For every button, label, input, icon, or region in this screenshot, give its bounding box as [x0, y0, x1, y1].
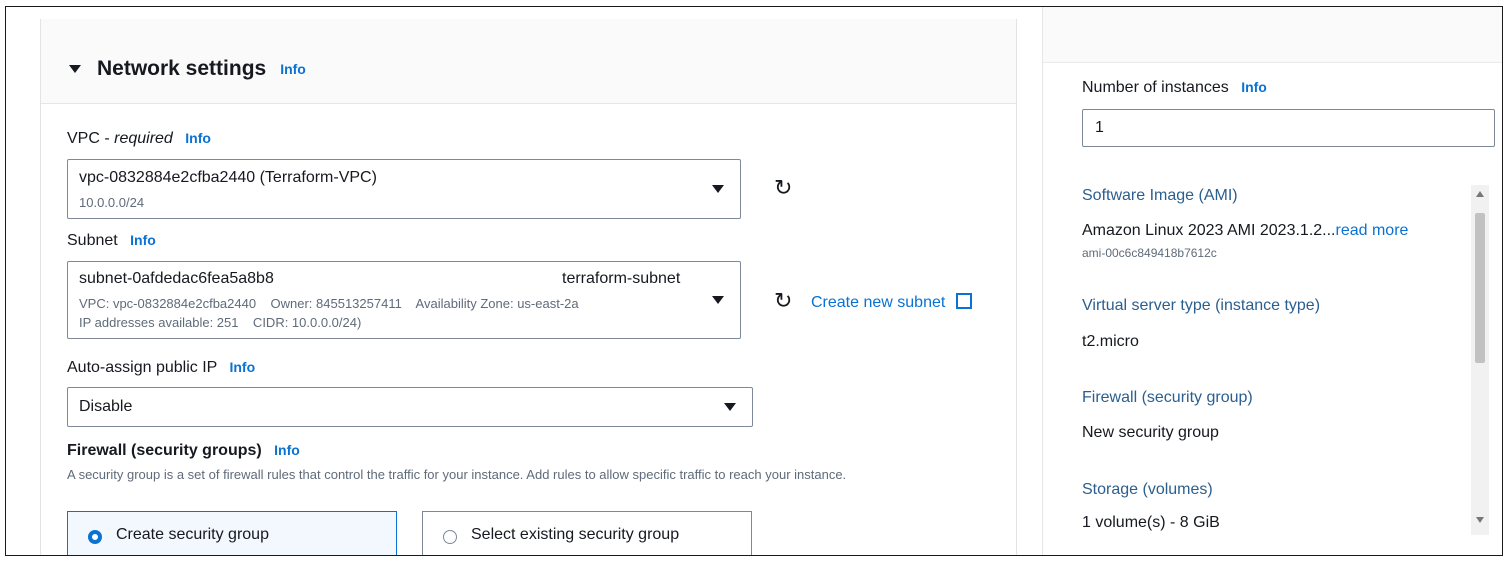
refresh-vpc-icon[interactable]: ↻: [774, 177, 792, 199]
network-settings-panel: Network settings Info VPC - required Inf…: [40, 19, 1017, 555]
scrollbar-thumb[interactable]: [1475, 213, 1485, 363]
subnet-info-link[interactable]: Info: [130, 232, 156, 248]
storage-value: 1 volume(s) - 8 GiB: [1082, 514, 1220, 531]
chevron-down-icon: [724, 403, 736, 411]
vpc-label: VPC - required Info: [67, 130, 211, 147]
subnet-label: Subnet Info: [67, 232, 156, 249]
ami-label[interactable]: Software Image (AMI): [1082, 187, 1238, 205]
vpc-info-link[interactable]: Info: [185, 130, 211, 146]
external-link-icon: [955, 293, 972, 309]
section-header: Network settings Info: [41, 19, 1016, 104]
subnet-details: VPC: vpc-0832884e2cfba2440 Owner: 845513…: [79, 296, 579, 311]
instance-type-label[interactable]: Virtual server type (instance type): [1082, 297, 1320, 315]
firewall-summary-value: New security group: [1082, 424, 1219, 441]
refresh-subnet-icon[interactable]: ↻: [774, 290, 792, 312]
vpc-cidr: 10.0.0.0/24: [79, 195, 145, 210]
subnet-name: terraform-subnet: [562, 270, 681, 287]
network-info-link[interactable]: Info: [280, 61, 306, 77]
caret-down-icon[interactable]: [69, 65, 81, 73]
public-ip-select[interactable]: Disable: [67, 387, 753, 427]
ami-id: ami-00c6c849418b7612c: [1082, 246, 1217, 260]
firewall-summary-label[interactable]: Firewall (security group): [1082, 389, 1253, 407]
storage-label[interactable]: Storage (volumes): [1082, 481, 1213, 499]
summary-scrollbar[interactable]: [1471, 185, 1489, 535]
vpc-value: vpc-0832884e2cfba2440 (Terraform-VPC): [79, 169, 377, 186]
screenshot-frame: Network settings Info VPC - required Inf…: [5, 6, 1503, 556]
chevron-down-icon: [712, 185, 724, 193]
create-security-group-option[interactable]: Create security group: [67, 511, 397, 555]
ami-read-more-link[interactable]: read more: [1336, 222, 1409, 239]
firewall-description: A security group is a set of firewall ru…: [67, 467, 847, 482]
public-ip-value: Disable: [79, 398, 133, 415]
radio-unselected-icon[interactable]: [443, 530, 457, 544]
ami-value: Amazon Linux 2023 AMI 2023.1.2...read mo…: [1082, 222, 1409, 239]
summary-panel: Number of instances Info 1 Software Imag…: [1042, 7, 1502, 555]
instances-label: Number of instances Info: [1082, 79, 1267, 96]
summary-header-band: [1043, 7, 1502, 63]
vpc-select[interactable]: vpc-0832884e2cfba2440 (Terraform-VPC) 10…: [67, 159, 741, 219]
public-ip-info-link[interactable]: Info: [229, 359, 255, 375]
subnet-ip-info: IP addresses available: 251 CIDR: 10.0.0…: [79, 315, 362, 330]
subnet-select[interactable]: subnet-0afdedac6fea5a8b8 terraform-subne…: [67, 261, 741, 339]
firewall-label: Firewall (security groups) Info: [67, 442, 300, 459]
create-security-group-label: Create security group: [116, 526, 269, 543]
radio-selected-icon[interactable]: [88, 530, 102, 544]
instances-input[interactable]: 1: [1082, 109, 1495, 147]
section-title[interactable]: Network settings Info: [69, 57, 306, 81]
public-ip-label: Auto-assign public IP Info: [67, 359, 256, 376]
select-existing-group-option[interactable]: Select existing security group: [422, 511, 752, 555]
instances-value: 1: [1095, 119, 1104, 136]
scroll-down-icon[interactable]: [1476, 517, 1484, 523]
chevron-down-icon: [712, 296, 724, 304]
create-subnet-link[interactable]: Create new subnet: [811, 291, 972, 312]
scroll-up-icon[interactable]: [1476, 191, 1484, 197]
select-existing-label: Select existing security group: [471, 526, 680, 543]
network-settings-title: Network settings: [97, 57, 267, 80]
instance-type-value: t2.micro: [1082, 333, 1139, 350]
subnet-id: subnet-0afdedac6fea5a8b8: [79, 270, 274, 287]
instances-info-link[interactable]: Info: [1241, 79, 1267, 95]
firewall-info-link[interactable]: Info: [274, 442, 300, 458]
